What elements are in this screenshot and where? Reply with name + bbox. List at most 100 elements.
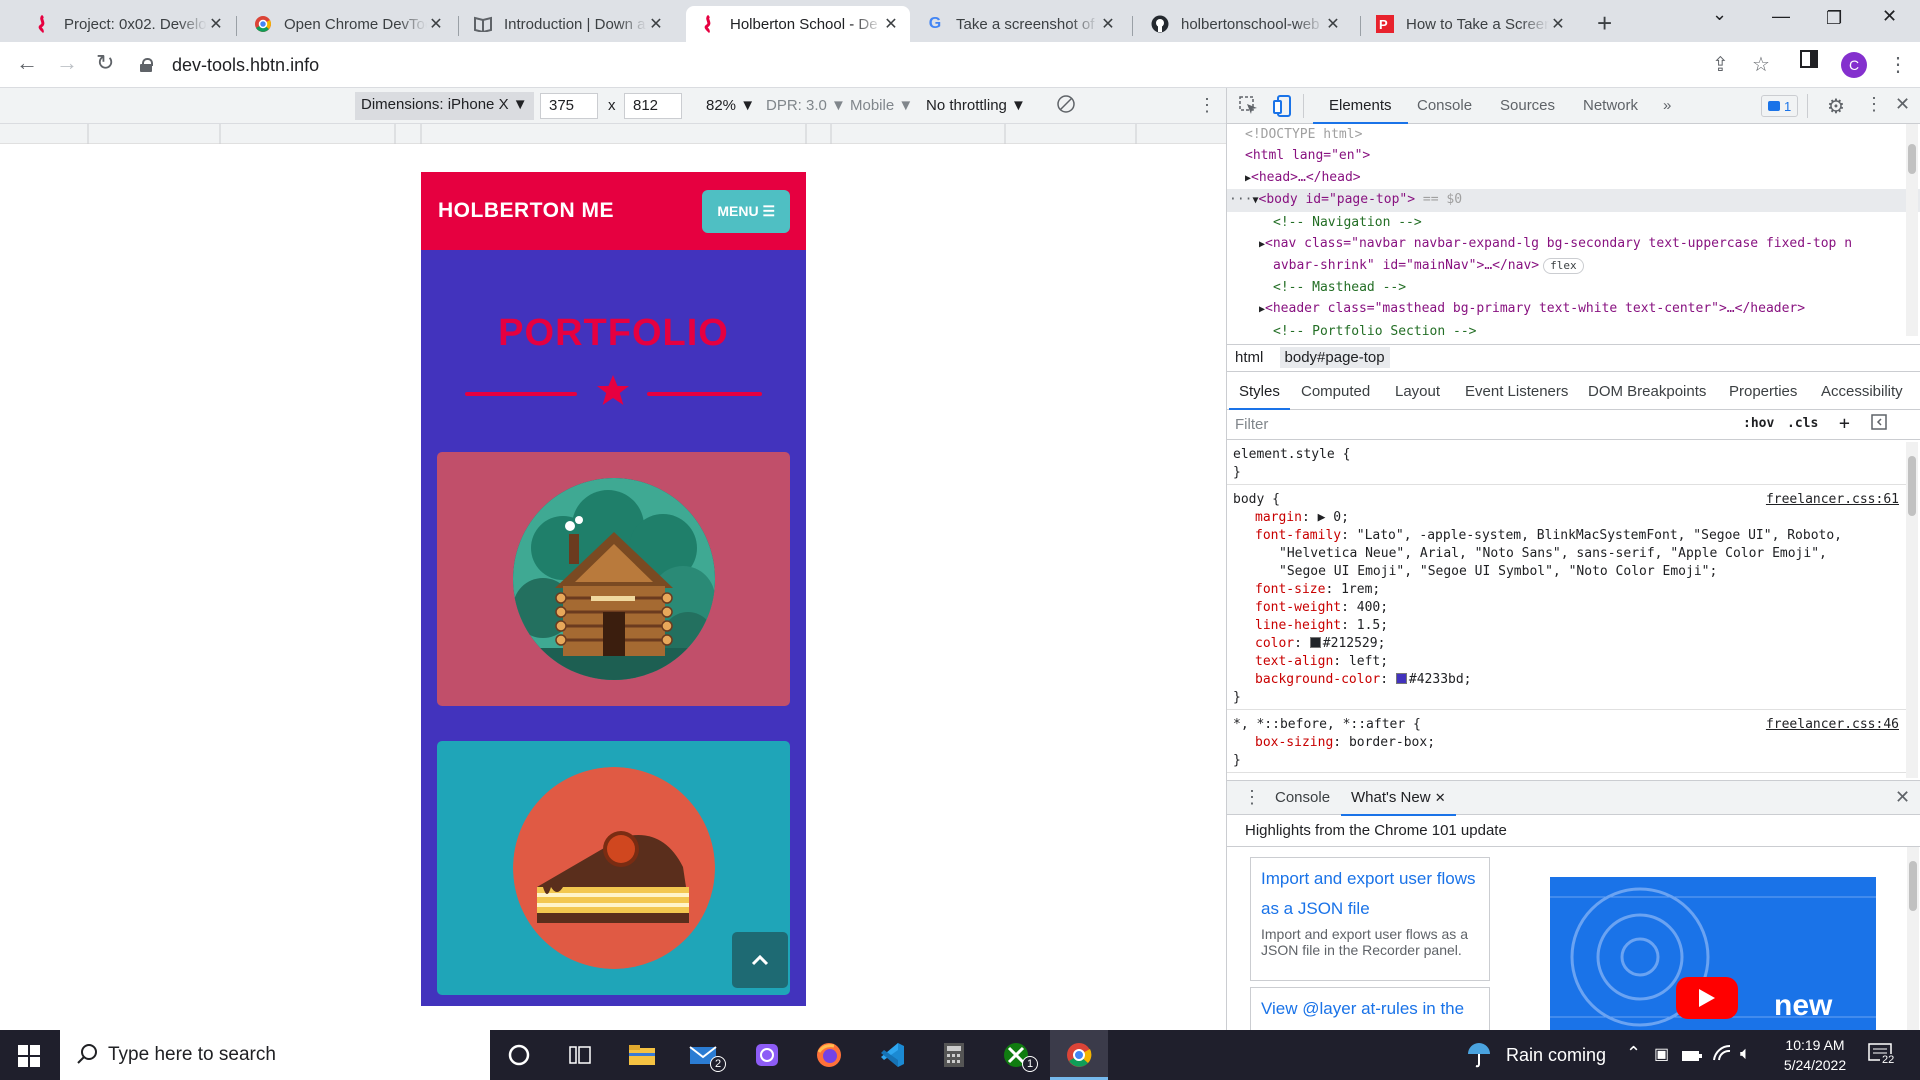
taskbar-search-input[interactable]: Type here to search (60, 1030, 490, 1080)
chrome-menu-icon[interactable]: ⋮ (1888, 52, 1908, 77)
minimize-button[interactable]: — (1772, 6, 1790, 27)
notification-center-icon[interactable]: 22 (1868, 1042, 1897, 1071)
device-toolbar-toggle-icon[interactable] (1273, 95, 1293, 121)
dom-tree[interactable]: <!DOCTYPE html> <html lang="en"> ▶<head>… (1227, 124, 1920, 336)
tab-search-icon[interactable]: ⌄ (1712, 4, 1727, 25)
devtools-menu-icon[interactable]: ⋮ (1865, 94, 1883, 115)
reload-button[interactable]: ↻ (96, 50, 114, 76)
dom-nav-node[interactable]: ▶<nav class="navbar navbar-expand-lg bg-… (1227, 233, 1920, 255)
subtab-layout[interactable]: Layout (1395, 383, 1440, 400)
style-declaration[interactable]: font-size: 1rem; (1233, 581, 1901, 599)
chevron-up-icon[interactable]: ⌃ (1626, 1043, 1641, 1064)
subtab-event-listeners[interactable]: Event Listeners (1465, 383, 1568, 400)
calculator-icon[interactable] (938, 1040, 970, 1070)
feature-card[interactable]: View @layer at-rules in the (1250, 987, 1490, 1031)
tab-elements[interactable]: Elements (1313, 97, 1407, 124)
style-declaration[interactable]: margin: ▶ 0; (1233, 509, 1901, 527)
device-mode-select[interactable]: Mobile ▼ (850, 97, 913, 114)
flex-badge[interactable]: flex (1543, 258, 1584, 275)
close-tab-icon[interactable]: ✕ (647, 14, 665, 34)
zoom-select[interactable]: 82% ▼ (706, 97, 755, 114)
feature-title[interactable]: View @layer at-rules in the (1261, 994, 1479, 1024)
subtab-properties[interactable]: Properties (1729, 383, 1797, 400)
meet-now-icon[interactable]: ▣ (1654, 1044, 1669, 1064)
dom-html-node[interactable]: <html lang="en"> (1227, 145, 1920, 166)
browser-tab[interactable]: holbertonschool-web ✕ (1137, 6, 1352, 42)
close-drawer-icon[interactable]: ✕ (1895, 787, 1910, 808)
dom-comment[interactable]: <!-- Portfolio Section --> (1227, 321, 1920, 336)
firefox-icon[interactable] (813, 1040, 845, 1070)
computed-sidebar-icon[interactable] (1871, 414, 1887, 434)
style-declaration[interactable]: color: #212529; (1233, 635, 1901, 653)
styles-scrollbar[interactable] (1906, 442, 1918, 778)
close-tab-icon[interactable]: ✕ (1435, 790, 1446, 805)
new-rule-icon[interactable]: + (1839, 413, 1850, 434)
cortana-icon[interactable] (503, 1040, 535, 1070)
xbox-icon[interactable]: 1 (1000, 1040, 1038, 1072)
subtab-computed[interactable]: Computed (1301, 383, 1370, 400)
mail-icon[interactable]: 2 (688, 1040, 726, 1072)
browser-tab[interactable]: Introduction | Down a ✕ (460, 6, 675, 42)
weather-text[interactable]: Rain coming (1506, 1045, 1606, 1066)
color-swatch[interactable] (1395, 673, 1407, 684)
dom-head-node[interactable]: ▶<head>…</head> (1227, 167, 1920, 189)
bookmark-star-icon[interactable]: ☆ (1752, 52, 1770, 77)
site-menu-button[interactable]: MENU ☰ (702, 189, 790, 233)
breadcrumb-body[interactable]: body#page-top (1279, 347, 1390, 368)
close-tab-icon[interactable]: ✕ (1549, 14, 1567, 34)
device-more-icon[interactable]: ⋮ (1198, 95, 1216, 116)
profile-avatar[interactable]: C (1841, 52, 1867, 78)
browser-tab[interactable]: Open Chrome DevTools ✕ (240, 6, 455, 42)
style-declaration[interactable]: line-height: 1.5; (1233, 617, 1901, 635)
browser-tab[interactable]: Project: 0x02. Develop ✕ (20, 6, 235, 42)
universal-rule[interactable]: freelancer.css:46 *, *::before, *::after… (1227, 710, 1907, 773)
scroll-to-top-button[interactable] (732, 932, 788, 988)
settings-gear-icon[interactable]: ⚙ (1827, 94, 1845, 119)
subtab-styles[interactable]: Styles (1229, 383, 1290, 410)
site-brand[interactable]: HOLBERTON ME (438, 199, 614, 223)
rotate-icon[interactable] (1056, 94, 1076, 118)
close-tab-icon[interactable]: ✕ (882, 14, 900, 34)
feature-card[interactable]: Import and export user flows as a JSON f… (1250, 857, 1490, 981)
restore-button[interactable]: ❐ (1826, 8, 1842, 29)
lock-icon[interactable] (140, 58, 154, 72)
photos-app-icon[interactable] (751, 1040, 783, 1070)
color-swatch[interactable] (1309, 637, 1321, 648)
tab-network[interactable]: Network (1583, 97, 1638, 114)
breadcrumb-html[interactable]: html (1235, 349, 1263, 366)
style-declaration[interactable]: text-align: left; (1233, 653, 1901, 671)
tab-console[interactable]: Console (1417, 97, 1472, 114)
dpr-select[interactable]: DPR: 3.0 ▼ (766, 97, 846, 114)
new-tab-button[interactable]: + (1597, 8, 1612, 39)
cls-toggle[interactable]: .cls (1787, 416, 1818, 431)
volume-icon[interactable]: 🔈︎ (1740, 1043, 1751, 1064)
body-rule-source-link[interactable]: freelancer.css:61 (1766, 491, 1899, 509)
chrome-taskbar-icon[interactable] (1063, 1040, 1095, 1070)
whats-new-video-thumbnail[interactable]: new (1550, 877, 1876, 1037)
styles-filter-input[interactable]: Filter :hov .cls + (1227, 410, 1920, 440)
style-declaration[interactable]: font-family: "Lato", -apple-system, Blin… (1233, 527, 1901, 545)
device-height-input[interactable]: 812 (624, 93, 682, 119)
task-view-icon[interactable] (564, 1040, 596, 1070)
close-devtools-icon[interactable]: ✕ (1895, 94, 1910, 115)
dom-nav-node-cont[interactable]: avbar-shrink" id="mainNav">…</nav> flex (1227, 255, 1920, 276)
close-tab-icon[interactable]: ✕ (1099, 14, 1117, 34)
more-tabs-icon[interactable]: » (1663, 97, 1671, 114)
universal-rule-source-link[interactable]: freelancer.css:46 (1766, 716, 1899, 734)
style-declaration[interactable]: background-color: #4233bd; (1233, 671, 1901, 689)
style-declaration[interactable]: font-weight: 400; (1233, 599, 1901, 617)
clock[interactable]: 10:19 AM 5/24/2022 (1780, 1035, 1850, 1075)
media-query-ruler[interactable] (0, 124, 1226, 144)
close-window-button[interactable]: ✕ (1882, 6, 1897, 27)
file-explorer-icon[interactable] (626, 1040, 658, 1070)
browser-tab[interactable]: P How to Take a Screen ✕ (1362, 6, 1577, 42)
dom-comment[interactable]: <!-- Masthead --> (1227, 277, 1920, 298)
vscode-icon[interactable] (876, 1040, 908, 1070)
dom-comment[interactable]: <!-- Navigation --> (1227, 212, 1920, 233)
side-panel-icon[interactable] (1800, 50, 1818, 74)
close-tab-icon[interactable]: ✕ (427, 14, 445, 34)
windows-start-icon[interactable] (18, 1045, 40, 1072)
drawer-menu-icon[interactable]: ⋮ (1243, 787, 1261, 808)
browser-tab-active[interactable]: Holberton School - De ✕ (686, 6, 910, 42)
wifi-icon[interactable] (1712, 1044, 1732, 1067)
